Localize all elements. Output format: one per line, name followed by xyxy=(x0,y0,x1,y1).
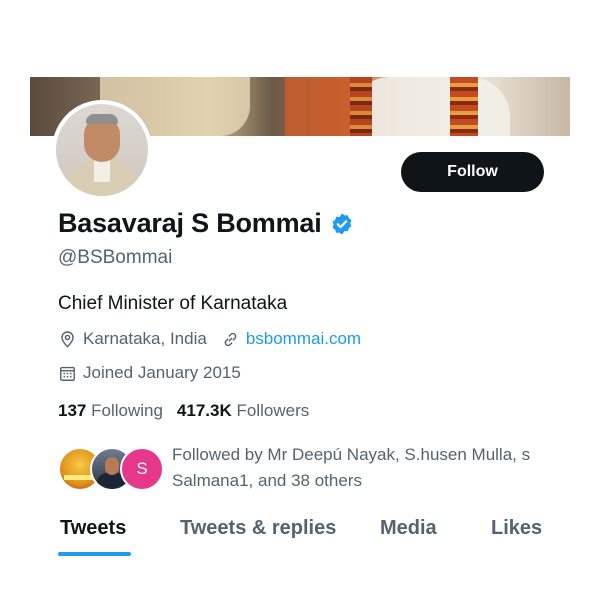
follower-avatar: S xyxy=(120,447,164,491)
location-pin-icon xyxy=(61,330,74,348)
following-link[interactable]: 137 Following xyxy=(58,401,163,421)
profile-name: Basavaraj S Bommai xyxy=(58,208,322,238)
profile-joined-row: Joined January 2015 xyxy=(58,363,241,383)
profile-stats: 137 Following 417.3K Followers xyxy=(58,401,309,421)
profile-bio: Chief Minister of Karnataka xyxy=(58,293,288,314)
website-group[interactable]: bsbommai.com xyxy=(221,329,361,349)
following-count: 137 xyxy=(58,401,87,420)
profile-avatar[interactable] xyxy=(52,100,152,200)
tab-tweets-and-replies[interactable]: Tweets & replies xyxy=(180,517,336,540)
profile-location: Karnataka, India xyxy=(83,329,207,348)
followers-link[interactable]: 417.3K Followers xyxy=(177,401,309,421)
follow-button[interactable]: Follow xyxy=(401,152,544,192)
tab-likes[interactable]: Likes xyxy=(491,517,542,540)
followed-by-text[interactable]: Followed by Mr Deepú Nayak, S.husen Mull… xyxy=(172,442,552,494)
tab-media[interactable]: Media xyxy=(380,517,437,540)
followers-label: Followers xyxy=(236,401,310,420)
profile-meta-row: Karnataka, India bsbommai.com xyxy=(58,329,375,349)
profile-tabs: Tweets Tweets & replies Media Likes xyxy=(0,505,600,565)
tab-tweets[interactable]: Tweets xyxy=(60,517,126,540)
profile-handle: @BSBommai xyxy=(58,247,173,268)
profile-website-link[interactable]: bsbommai.com xyxy=(246,329,361,349)
followers-count: 417.3K xyxy=(176,401,232,420)
calendar-icon xyxy=(60,366,75,381)
link-icon xyxy=(224,332,237,346)
location-group: Karnataka, India xyxy=(58,329,207,349)
following-label: Following xyxy=(91,401,163,420)
followed-by-avatars[interactable]: S xyxy=(58,447,164,491)
verified-badge-icon xyxy=(332,213,351,234)
active-tab-indicator xyxy=(58,552,131,556)
profile-joined-date: Joined January 2015 xyxy=(83,363,241,382)
profile-name-row: Basavaraj S Bommai xyxy=(58,208,354,239)
